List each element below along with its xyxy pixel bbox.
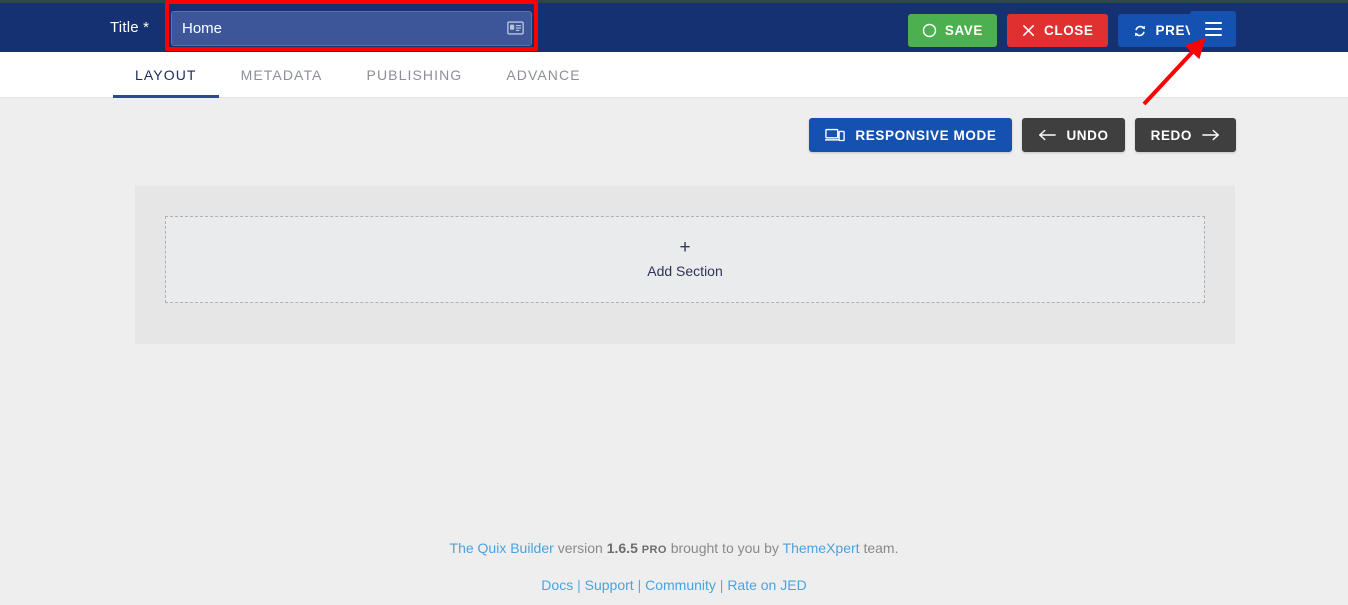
arrow-right-icon <box>1202 128 1220 142</box>
footer-separator-1: | <box>577 577 581 593</box>
title-input-highlight-annotation <box>165 0 538 51</box>
tab-publishing[interactable]: PUBLISHING <box>345 52 485 98</box>
tab-list: LAYOUT METADATA PUBLISHING ADVANCE <box>113 52 603 98</box>
close-button[interactable]: CLOSE <box>1007 14 1108 47</box>
team-text: team. <box>863 540 898 556</box>
footer-link-community[interactable]: Community <box>645 577 716 593</box>
undo-button[interactable]: UNDO <box>1022 118 1124 152</box>
save-button[interactable]: SAVE <box>908 14 997 47</box>
close-button-label: CLOSE <box>1044 23 1094 38</box>
footer-link-support[interactable]: Support <box>585 577 634 593</box>
vendor-link[interactable]: ThemeXpert <box>783 540 860 556</box>
redo-label: REDO <box>1151 128 1192 143</box>
header-action-buttons: SAVE CLOSE PREVIEW <box>908 14 1236 47</box>
redo-button[interactable]: REDO <box>1135 118 1236 152</box>
product-name-link[interactable]: The Quix Builder <box>450 540 554 556</box>
footer-link-docs[interactable]: Docs <box>541 577 573 593</box>
responsive-mode-button[interactable]: RESPONSIVE MODE <box>809 118 1012 152</box>
builder-content-area: RESPONSIVE MODE UNDO REDO + Add S <box>0 98 1348 605</box>
version-word: version <box>558 540 603 556</box>
footer-link-rate-on-jed[interactable]: Rate on JED <box>727 577 806 593</box>
tab-bar: LAYOUT METADATA PUBLISHING ADVANCE <box>0 52 1348 98</box>
close-x-icon <box>1021 23 1036 38</box>
tab-advance[interactable]: ADVANCE <box>484 52 602 98</box>
quix-builder-page: Title * SAVE CLOSE <box>0 0 1348 605</box>
hamburger-menu-button[interactable] <box>1190 11 1236 47</box>
responsive-mode-label: RESPONSIVE MODE <box>855 128 996 143</box>
arrow-left-icon <box>1038 128 1056 142</box>
tab-metadata[interactable]: METADATA <box>219 52 345 98</box>
footer-version-line: The Quix Builder version 1.6.5 PRO broug… <box>0 538 1348 560</box>
version-number: 1.6.5 <box>607 540 638 556</box>
footer: The Quix Builder version 1.6.5 PRO broug… <box>0 538 1348 595</box>
tab-layout[interactable]: LAYOUT <box>113 52 219 98</box>
circle-icon <box>922 23 937 38</box>
hamburger-menu-icon <box>1205 20 1222 38</box>
layout-canvas: + Add Section <box>135 186 1235 344</box>
save-button-label: SAVE <box>945 23 983 38</box>
undo-label: UNDO <box>1066 128 1108 143</box>
add-section-dropzone[interactable]: + Add Section <box>165 216 1205 303</box>
footer-links-line: Docs | Support | Community | Rate on JED <box>0 575 1348 595</box>
footer-separator-3: | <box>720 577 724 593</box>
add-section-label: Add Section <box>647 263 723 279</box>
plus-icon: + <box>679 240 690 256</box>
devices-icon <box>825 128 845 143</box>
edition-badge: PRO <box>642 544 667 556</box>
footer-separator-2: | <box>638 577 642 593</box>
builder-toolbar: RESPONSIVE MODE UNDO REDO <box>809 118 1236 152</box>
refresh-sync-icon <box>1132 23 1148 39</box>
brought-text: brought to you by <box>671 540 779 556</box>
title-field-label: Title * <box>110 19 149 36</box>
